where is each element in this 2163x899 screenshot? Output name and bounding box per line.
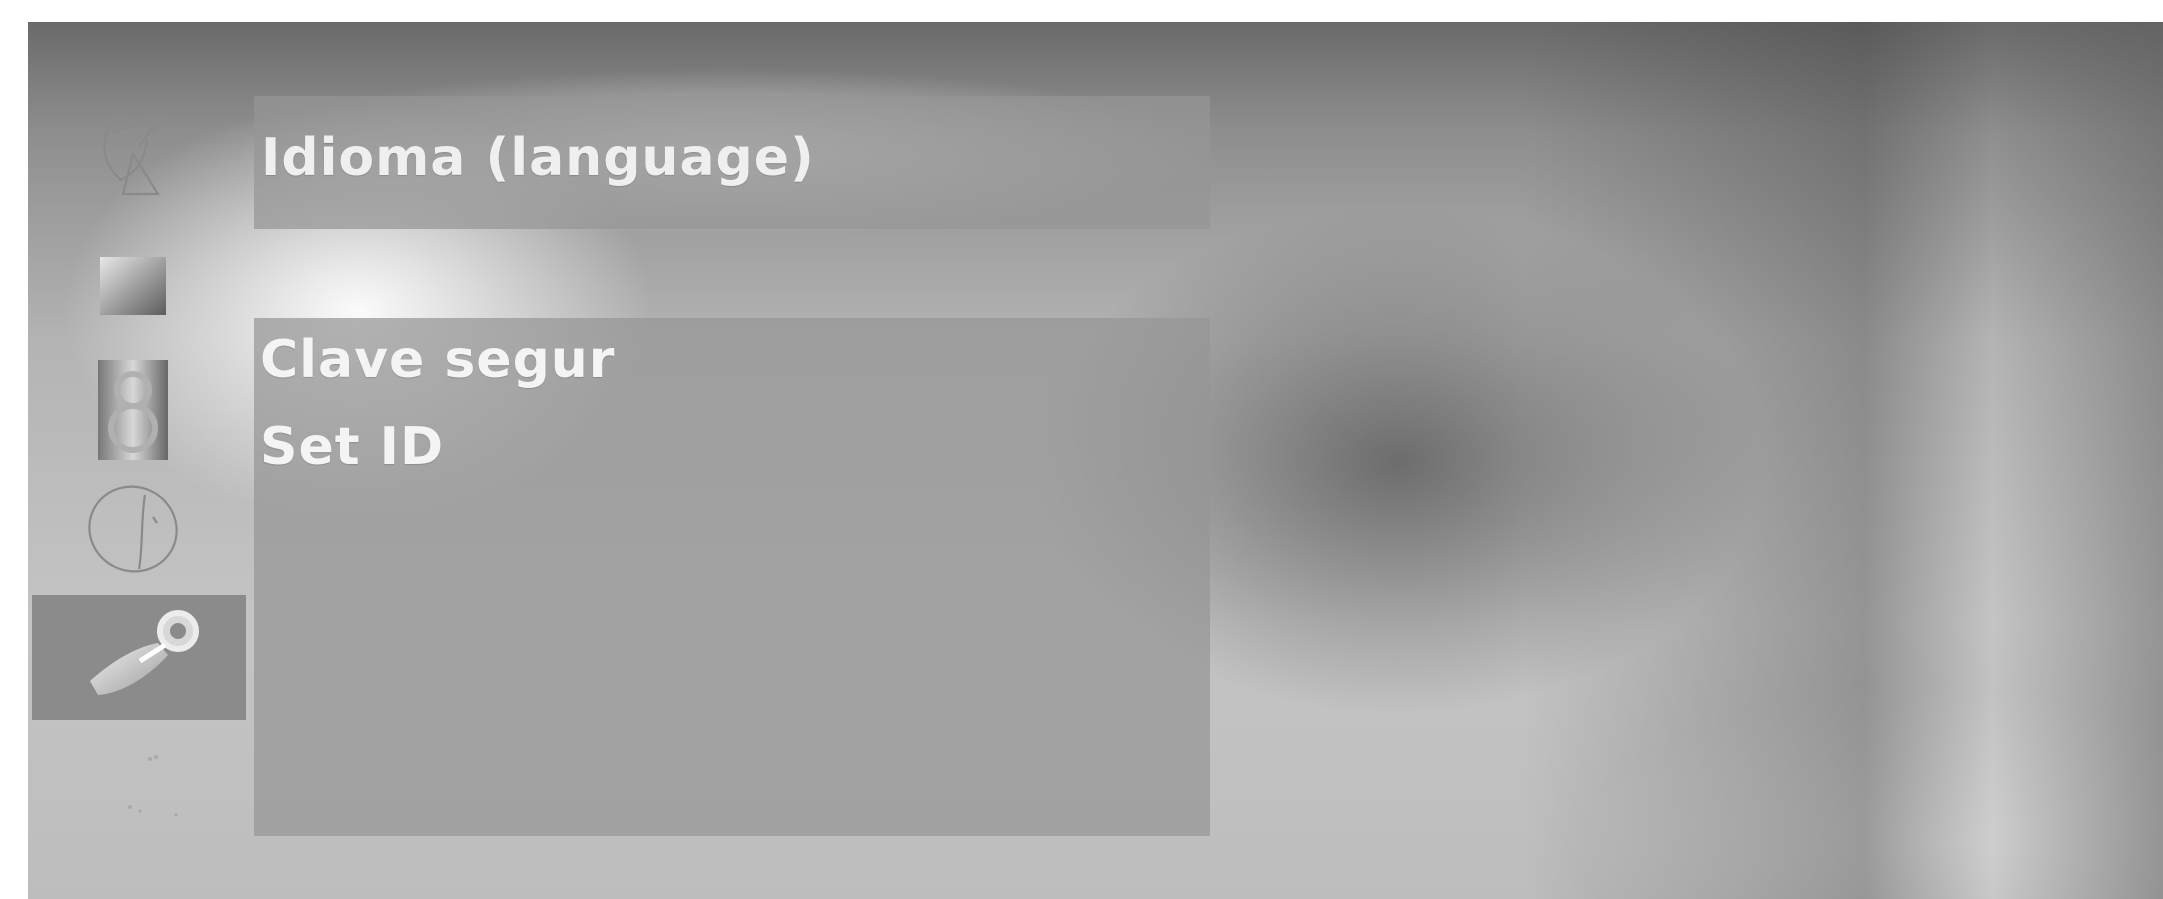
menu-options-panel: Clave segur Set ID: [254, 318, 1210, 836]
menu-title-bar: Idioma (language): [254, 96, 1210, 229]
menu-option-clave-segur[interactable]: Clave segur: [260, 330, 615, 390]
antenna-icon[interactable]: [83, 102, 183, 202]
menu-title: Idioma (language): [261, 128, 815, 188]
decorative-marks: [88, 737, 208, 837]
tools-icon: [80, 603, 210, 713]
globe-icon[interactable]: [83, 477, 183, 577]
menu-option-set-id[interactable]: Set ID: [260, 417, 444, 477]
sidebar-item-selected[interactable]: [32, 595, 246, 720]
tv-menu-screen: Idioma (language) Clave segur Set ID: [28, 22, 2163, 899]
picture-icon[interactable]: [88, 247, 178, 327]
clock-icon[interactable]: [90, 352, 180, 467]
